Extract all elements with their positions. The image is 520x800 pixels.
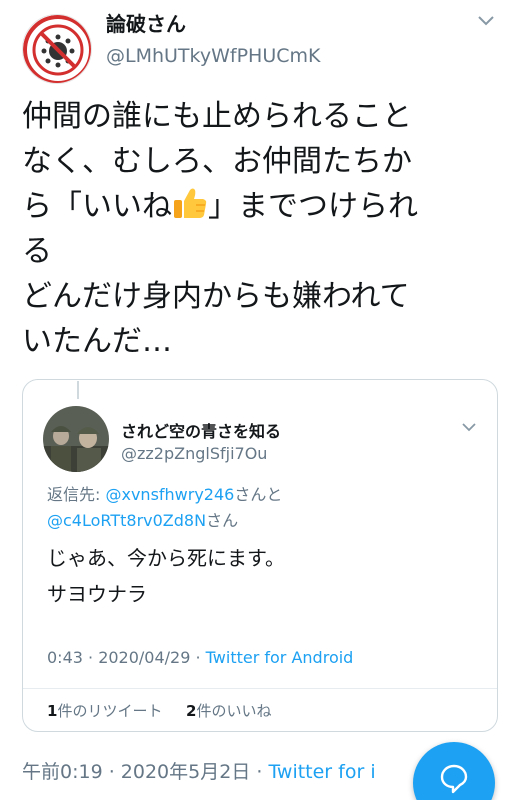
tweet-timestamp: 午前0:19 · 2020年5月2日 · [22,761,269,783]
stop-coronavirus-logo [23,15,91,83]
tweet-line-6: いたんだ… [22,324,172,359]
quoted-meta: 0:43 · 2020/04/29 · Twitter for Android [47,648,353,667]
retweet-count[interactable]: 1 [47,702,57,720]
quoted-display-name[interactable]: されど空の青さを知る [121,418,281,442]
author-handle[interactable]: @LMhUTkyWfPHUCmK [106,42,320,70]
divider [23,688,497,689]
mention-suffix-2: さん [206,511,239,530]
reply-to-line: 返信先: @xvnsfhwry246さんと @c4LoRTt8rv0Zd8Nさん [47,482,477,534]
reply-prefix: 返信先: [47,485,106,504]
tweet-header: 論破さん @LMhUTkyWfPHUCmK [22,8,502,84]
quoted-stats: 1件のリツイート 2件のいいね [47,700,271,721]
chevron-down-icon[interactable] [476,14,496,28]
thumbs-up-icon [174,188,207,218]
quoted-tweet-card[interactable]: されど空の青さを知る @zz2pZnglSfji7Ou 返信先: @xvnsfh… [22,379,498,732]
quoted-line-2: サヨウナラ [47,582,147,606]
quoted-chevron-down-icon[interactable] [461,422,477,434]
tweet-client-link[interactable]: Twitter for i [268,761,375,783]
mention-suffix-1: さんと [234,485,283,504]
like-count[interactable]: 2 [186,702,196,720]
tweet-line-4: る [22,234,52,269]
soldiers-photo [43,406,109,472]
tweet-line-1: 仲間の誰にも止められること [22,99,412,134]
tweet-text: 仲間の誰にも止められること なく、むしろ、お仲間たちか ら「いいね 」までつけられ… [22,94,492,364]
mention-link-1[interactable]: @xvnsfhwry246 [105,485,234,504]
tweet-line-3: ら「いいね [22,189,172,224]
compose-reply-button[interactable] [413,742,495,800]
author-display-name[interactable]: 論破さん [106,10,320,38]
retweet-label[interactable]: 件のリツイート [57,702,162,720]
quoted-timestamp: 0:43 · 2020/04/29 · [47,648,206,667]
quoted-handle[interactable]: @zz2pZnglSfji7Ou [121,444,267,463]
reply-bubble-icon [440,764,468,794]
tweet-line-3b: 」までつけられ [208,189,418,224]
thread-connector [77,381,79,399]
author-avatar[interactable] [22,14,92,84]
quoted-client-link[interactable]: Twitter for Android [206,648,354,667]
quoted-line-1: じゃあ、今から死にます。 [47,546,285,570]
like-label[interactable]: 件のいいね [196,702,271,720]
mention-link-2[interactable]: @c4LoRTt8rv0Zd8N [47,511,206,530]
quoted-body: じゃあ、今から死にます。 サヨウナラ [47,540,285,612]
tweet-timestamp-row: 午前0:19 · 2020年5月2日 · Twitter for i [22,757,376,784]
tweet-line-5: どんだけ身内からも嫌われて [22,279,410,314]
quoted-author-avatar[interactable] [43,406,109,472]
tweet-line-2: なく、むしろ、お仲間たちか [22,144,412,179]
